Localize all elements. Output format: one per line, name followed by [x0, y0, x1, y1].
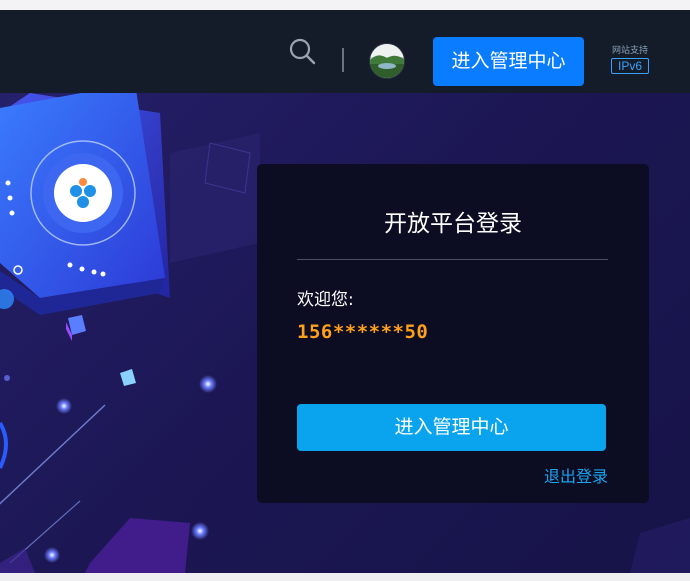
admin-center-button[interactable]: 进入管理中心	[433, 37, 584, 86]
header-divider	[342, 48, 344, 72]
card-title: 开放平台登录	[384, 211, 522, 237]
welcome-text: 欢迎您:	[297, 290, 354, 310]
avatar-image	[370, 44, 404, 78]
search-icon[interactable]	[288, 37, 316, 65]
bottom-strip	[0, 573, 690, 581]
ipv6-badge: IPv6	[611, 58, 649, 74]
top-header: 进入管理中心 网站支持 IPv6	[0, 10, 690, 93]
login-card: 开放平台登录 欢迎您: 156******50 进入管理中心 退出登录	[257, 164, 649, 503]
avatar[interactable]	[369, 43, 405, 79]
card-divider	[297, 259, 608, 260]
top-strip	[0, 0, 690, 10]
logout-link[interactable]: 退出登录	[544, 463, 608, 487]
ipv6-support-label: 网站支持	[611, 46, 648, 56]
masked-phone-number: 156******50	[297, 321, 429, 343]
ipv6-support-badge: 网站支持 IPv6	[611, 46, 649, 74]
enter-admin-center-button[interactable]: 进入管理中心	[297, 404, 606, 451]
